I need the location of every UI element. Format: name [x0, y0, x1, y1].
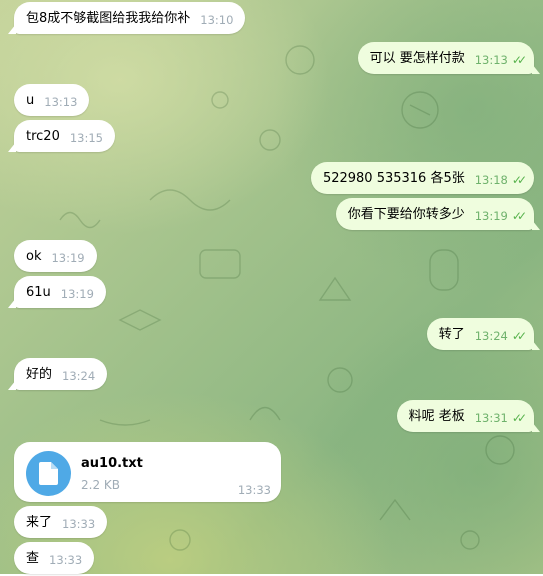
message-outgoing[interactable]: 可以 要怎样付款 13:13 ✓✓ — [357, 42, 541, 74]
message-outgoing[interactable]: 料呢 老板 13:31 ✓✓ — [396, 400, 541, 432]
message-incoming[interactable]: 好的 13:24 — [7, 358, 108, 390]
message-text: 料呢 老板 — [408, 409, 465, 424]
message-text: 好的 — [26, 367, 53, 382]
message-time: 13:33 — [62, 517, 96, 531]
message-text: 转了 — [438, 327, 465, 342]
double-check-icon: ✓✓ — [511, 209, 527, 223]
message-text: ok — [26, 249, 42, 264]
message-time: 13:18 — [474, 173, 508, 187]
message-incoming[interactable]: 61u 13:19 — [8, 276, 106, 308]
message-text: trc20 — [26, 129, 60, 144]
message-text: 可以 要怎样付款 — [369, 51, 465, 66]
message-incoming[interactable]: 来了 13:33 — [14, 506, 108, 538]
message-time: 13:24 — [474, 329, 508, 343]
message-outgoing[interactable]: 转了 13:24 ✓✓ — [426, 318, 541, 350]
document-icon — [39, 462, 58, 485]
message-time: 13:24 — [62, 369, 96, 383]
message-time: 13:31 — [474, 411, 508, 425]
file-message[interactable]: au10.txt 2.2 KB 13:33 — [14, 442, 281, 502]
double-check-icon: ✓✓ — [511, 173, 527, 187]
message-text: 查 — [26, 551, 40, 566]
message-text: 61u — [26, 285, 51, 300]
message-time: 13:10 — [200, 13, 234, 27]
message-time: 13:13 — [474, 53, 508, 67]
double-check-icon: ✓✓ — [511, 411, 527, 425]
message-text: 你看下要给你转多少 — [347, 207, 465, 222]
message-text: 来了 — [26, 515, 53, 530]
message-time: 13:19 — [51, 251, 85, 265]
message-outgoing[interactable]: 522980 535316 各5张 13:18 ✓✓ — [310, 162, 534, 194]
file-name: au10.txt — [81, 456, 143, 471]
double-check-icon: ✓✓ — [511, 329, 527, 343]
file-size: 2.2 KB — [81, 478, 120, 492]
message-incoming[interactable]: trc20 13:15 — [7, 120, 116, 152]
message-time: 13:33 — [49, 553, 83, 567]
message-text: 包8成不够截图给我我给你补 — [26, 11, 191, 26]
message-incoming[interactable]: 查 13:33 — [14, 542, 95, 574]
message-incoming[interactable]: ok 13:19 — [14, 240, 97, 272]
file-download-button[interactable] — [26, 451, 71, 496]
message-text: 522980 535316 各5张 — [322, 171, 465, 186]
message-time: 13:19 — [60, 287, 94, 301]
message-text: u — [26, 93, 35, 108]
message-time: 13:13 — [44, 95, 78, 109]
message-time: 13:19 — [474, 209, 508, 223]
message-time: 13:15 — [69, 131, 104, 145]
message-time: 13:33 — [237, 483, 271, 497]
double-check-icon: ✓✓ — [511, 53, 527, 67]
message-incoming[interactable]: u 13:13 — [14, 84, 90, 116]
message-outgoing[interactable]: 你看下要给你转多少 13:19 ✓✓ — [335, 198, 541, 230]
message-incoming[interactable]: 包8成不够截图给我我给你补 13:10 — [7, 2, 246, 34]
